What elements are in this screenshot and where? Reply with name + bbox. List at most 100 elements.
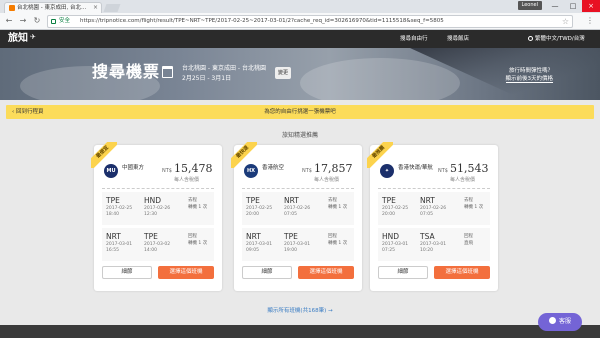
tab-title: 台北桃園 - 東京成田, 台北... bbox=[17, 5, 87, 11]
price: 15,478 bbox=[174, 162, 213, 175]
change-search-button[interactable]: 變更 bbox=[275, 67, 291, 79]
maximize-icon[interactable]: □ bbox=[564, 0, 582, 12]
site-logo[interactable]: 旅知 bbox=[8, 32, 28, 46]
airline-logo: ✦ bbox=[380, 164, 394, 178]
departure-time: 2017-02-25 20:00 bbox=[382, 206, 409, 217]
banner-text: 為您的自由行挑選一張機票吧 bbox=[264, 109, 336, 115]
divider bbox=[102, 188, 214, 189]
arrival-time: 2017-02-26 07:05 bbox=[420, 206, 447, 217]
flexible-dates-link-text: 顯示前後3天的價格 bbox=[505, 76, 553, 83]
outbound-segment: TPE 2017-02-25 20:00 NRT 2017-02-26 07:0… bbox=[378, 192, 490, 225]
divider bbox=[378, 188, 490, 189]
url-input[interactable]: 安全 https://tripnotice.com/flight/result/… bbox=[47, 15, 573, 28]
origin-code: TPE bbox=[246, 196, 260, 205]
price-note: 每人含稅價 bbox=[450, 177, 476, 183]
direction-label: 去程 bbox=[188, 198, 197, 203]
nav-search-hotel[interactable]: 搜尋飯店 bbox=[447, 30, 469, 48]
direction-label: 去程 bbox=[464, 198, 473, 203]
origin-code: NRT bbox=[106, 232, 121, 241]
secure-label: 安全 bbox=[59, 18, 71, 24]
arrival-time: 2017-03-01 10:20 bbox=[420, 242, 447, 253]
price-note: 每人含稅價 bbox=[174, 177, 200, 183]
direction-label: 回程 bbox=[188, 234, 197, 239]
price: 17,857 bbox=[314, 162, 353, 175]
stops-label: 轉機 1 次 bbox=[188, 205, 208, 210]
return-segment: NRT 2017-03-01 16:55 TPE 2017-03-02 14:0… bbox=[102, 228, 214, 261]
details-button[interactable]: 細節 bbox=[102, 266, 152, 279]
arrival-time: 2017-02-26 07:05 bbox=[284, 206, 311, 217]
origin-code: TPE bbox=[106, 196, 120, 205]
favicon-icon bbox=[9, 5, 15, 11]
select-flight-button[interactable]: 選擇這個班機 bbox=[434, 266, 490, 279]
recommend-title: 旅知精選推薦 bbox=[281, 132, 318, 139]
airline-name: 香港航空 bbox=[262, 165, 285, 171]
bookmark-star-icon[interactable]: ☆ bbox=[562, 16, 569, 27]
stops-label: 轉機 1 次 bbox=[464, 205, 484, 210]
airline-logo: MU bbox=[104, 164, 118, 178]
departure-time: 2017-03-01 07:25 bbox=[382, 242, 409, 253]
arrival-time: 2017-03-01 19:00 bbox=[284, 242, 311, 253]
forward-arrow-icon[interactable]: → bbox=[18, 16, 28, 26]
price-note: 每人含稅價 bbox=[314, 177, 340, 183]
browser-tab[interactable]: 台北桃園 - 東京成田, 台北... × bbox=[4, 2, 102, 13]
profile-badge[interactable]: Leonel bbox=[517, 1, 542, 10]
nav-search-trip[interactable]: 搜尋自由行 bbox=[400, 30, 428, 48]
select-flight-button[interactable]: 選擇這個班機 bbox=[158, 266, 214, 279]
url-text[interactable]: https://tripnotice.com/flight/result/TPE… bbox=[80, 16, 444, 27]
arrival-time: 2017-03-02 14:00 bbox=[144, 242, 171, 253]
flight-card: 最快速 HX 香港航空 NT$ 17,857 每人含稅價 TPE 2017-02… bbox=[231, 142, 362, 291]
tab-close-icon[interactable]: × bbox=[93, 3, 98, 13]
banner: 為您的自由行挑選一張機票吧 ‹ 回到行程頁 bbox=[6, 105, 594, 119]
details-button[interactable]: 細節 bbox=[242, 266, 292, 279]
back-to-itinerary-link[interactable]: ‹ 回到行程頁 bbox=[12, 105, 43, 119]
stops-label: 轉機 1 次 bbox=[328, 205, 348, 210]
airline-name: 中國東方 bbox=[122, 165, 145, 171]
customer-service-button[interactable]: 客服 bbox=[538, 313, 582, 331]
dates-text: 2月25日 - 3月1日 bbox=[182, 75, 232, 82]
destination-code: TSA bbox=[420, 232, 435, 241]
departure-time: 2017-02-25 18:40 bbox=[106, 206, 133, 217]
browser-tab-bar: 台北桃園 - 東京成田, 台北... × Leonel — □ × bbox=[0, 0, 600, 13]
direction-label: 去程 bbox=[328, 198, 337, 203]
locale-selector[interactable]: 繁體中文/TWD/台灣 bbox=[528, 30, 585, 48]
select-flight-button[interactable]: 選擇這個班機 bbox=[298, 266, 354, 279]
outbound-segment: TPE 2017-02-25 18:40 HND 2017-02-26 12:3… bbox=[102, 192, 214, 225]
flexible-dates-link[interactable]: 顯示前後3天的價格 bbox=[425, 76, 553, 83]
footer bbox=[0, 325, 600, 338]
stops-label: 轉機 1 次 bbox=[188, 241, 208, 246]
arrival-time: 2017-02-26 12:30 bbox=[144, 206, 171, 217]
departure-time: 2017-02-25 20:00 bbox=[246, 206, 273, 217]
plane-logo-icon: ✈ bbox=[30, 33, 36, 41]
destination-code: TPE bbox=[144, 232, 158, 241]
reload-icon[interactable]: ↻ bbox=[32, 16, 42, 26]
route-text: 台北桃園 - 東京成田 - 台北桃園 bbox=[182, 65, 266, 72]
details-button[interactable]: 細節 bbox=[378, 266, 428, 279]
destination-code: HND bbox=[144, 196, 162, 205]
back-to-itinerary-label: 回到行程頁 bbox=[15, 109, 44, 115]
return-segment: HND 2017-03-01 07:25 TSA 2017-03-01 10:2… bbox=[378, 228, 490, 261]
outbound-segment: TPE 2017-02-25 20:00 NRT 2017-02-26 07:0… bbox=[242, 192, 354, 225]
stops-label: 轉機 1 次 bbox=[328, 241, 348, 246]
minimize-icon[interactable]: — bbox=[546, 0, 564, 12]
browser-menu-icon[interactable]: ⋮ bbox=[585, 16, 595, 26]
stops-label: 直飛 bbox=[464, 241, 473, 246]
direction-label: 回程 bbox=[328, 234, 337, 239]
destination-code: TPE bbox=[284, 232, 298, 241]
price-currency: NT$ bbox=[162, 168, 172, 174]
show-all-flights-link[interactable]: 顯示所有班機(共168筆) → bbox=[0, 306, 600, 314]
flexible-dates-question: 旅行時間彈性嗎？ bbox=[508, 68, 553, 74]
address-bar: ← → ↻ 安全 https://tripnotice.com/flight/r… bbox=[0, 13, 600, 30]
price-currency: NT$ bbox=[302, 168, 312, 174]
site-header: 旅知 ✈ 搜尋自由行 搜尋飯店 繁體中文/TWD/台灣 bbox=[0, 30, 600, 48]
new-tab-button[interactable] bbox=[103, 4, 121, 12]
back-arrow-icon[interactable]: ← bbox=[4, 16, 14, 26]
search-hero: 搜尋機票 台北桃園 - 東京成田 - 台北桃園 2月25日 - 3月1日 變更 … bbox=[0, 48, 600, 100]
flight-card: 最推薦 ✦ 香港快運/華航 NT$ 51,543 每人含稅價 TPE 2017-… bbox=[367, 142, 498, 291]
window-close-icon[interactable]: × bbox=[582, 0, 600, 12]
flight-card: 最便宜 MU 中國東方 NT$ 15,478 每人含稅價 TPE 2017-02… bbox=[91, 142, 222, 291]
banner-area: 為您的自由行挑選一張機票吧 ‹ 回到行程頁 bbox=[0, 100, 600, 126]
airline-logo: HX bbox=[244, 164, 258, 178]
destination-code: NRT bbox=[284, 196, 299, 205]
lock-icon bbox=[51, 19, 56, 24]
globe-icon bbox=[528, 36, 533, 41]
